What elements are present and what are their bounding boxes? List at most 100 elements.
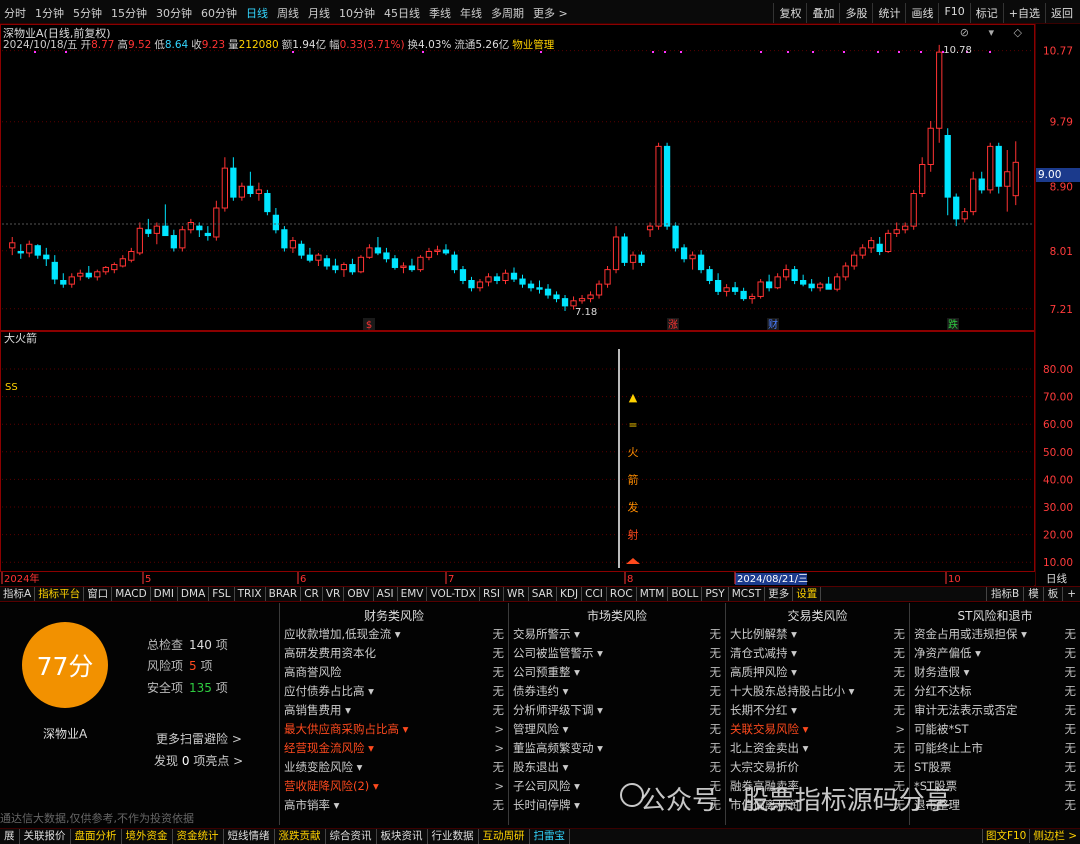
timeframe-tab[interactable]: 分时	[4, 5, 26, 21]
indicator-tab[interactable]: MTM	[637, 587, 669, 601]
indicator-tab[interactable]: 设置	[793, 587, 822, 601]
indicator-tab-right[interactable]: 模	[1023, 587, 1043, 601]
indicator-name[interactable]: 大火箭	[4, 331, 37, 345]
indicator-tab[interactable]: EMV	[398, 587, 428, 601]
status-tab[interactable]: 短线情绪	[224, 829, 275, 844]
timeframe-tab[interactable]: 多周期	[491, 5, 524, 21]
risk-row[interactable]: 业绩变脸风险 ▾ 无	[284, 758, 504, 777]
event-marker[interactable]: 跌	[948, 318, 958, 331]
status-tab[interactable]: 扫雷宝	[530, 829, 570, 844]
indicator-tab[interactable]: KDJ	[557, 587, 583, 601]
indicator-tab[interactable]: TRIX	[235, 587, 266, 601]
indicator-tab[interactable]: ASI	[374, 587, 398, 601]
risk-row[interactable]: 大宗交易折价 无	[730, 758, 905, 777]
event-marker[interactable]: 财	[768, 318, 778, 331]
status-tab[interactable]: 关联报价	[20, 829, 71, 844]
indicator-tab[interactable]: FSL	[209, 587, 235, 601]
status-tab[interactable]: 境外资金	[122, 829, 173, 844]
indicator-tab[interactable]: CR	[301, 587, 323, 601]
risk-row[interactable]: 营收陡降风险(2) ▾ >	[284, 777, 504, 796]
indicator-tab[interactable]: BRAR	[266, 587, 302, 601]
risk-row[interactable]: 高商誉风险 无	[284, 663, 504, 682]
toolbar-button[interactable]: 画线	[905, 3, 938, 23]
risk-row[interactable]: 分析师评级下调 ▾ 无	[513, 701, 721, 720]
timeframe-tab[interactable]: 5分钟	[73, 5, 102, 21]
toolbar-button[interactable]: 叠加	[806, 3, 839, 23]
risk-row[interactable]: 清仓式减持 ▾ 无	[730, 644, 905, 663]
risk-row[interactable]: 可能被*ST 无	[914, 720, 1076, 739]
status-tab[interactable]: 综合资讯	[326, 829, 377, 844]
indicator-tab[interactable]: OBV	[344, 587, 374, 601]
risk-row[interactable]: 十大股东总持股占比小 ▾ 无	[730, 682, 905, 701]
indicator-tab[interactable]: RSI	[480, 587, 504, 601]
status-tab[interactable]: 资金统计	[173, 829, 224, 844]
risk-row[interactable]: 最大供应商采购占比高 ▾ >	[284, 720, 504, 739]
toolbar-button[interactable]: 返回	[1045, 3, 1078, 23]
risk-row[interactable]: 董监高频繁变动 ▾ 无	[513, 739, 721, 758]
status-tab[interactable]: 板块资讯	[377, 829, 428, 844]
indicator-tab[interactable]: BOLL	[668, 587, 703, 601]
indicator-tab[interactable]: CCI	[582, 587, 607, 601]
indicator-tab-right[interactable]: 板	[1042, 587, 1063, 601]
indicator-tab[interactable]: DMA	[178, 587, 210, 601]
timeframe-tab[interactable]: 周线	[277, 5, 299, 21]
risk-row[interactable]: 高市销率 ▾ 无	[284, 796, 504, 815]
indicator-tab[interactable]: ROC	[607, 587, 637, 601]
status-tab[interactable]: 展	[0, 829, 20, 844]
indicator-tab[interactable]: WR	[504, 587, 529, 601]
risk-row[interactable]: 应付债券占比高 ▾ 无	[284, 682, 504, 701]
timeframe-tab[interactable]: 60分钟	[201, 5, 237, 21]
risk-row[interactable]: 可能终止上市 无	[914, 739, 1076, 758]
timeframe-tab[interactable]: 年线	[460, 5, 482, 21]
event-marker[interactable]: $	[366, 320, 372, 331]
risk-row[interactable]: 高销售费用 ▾ 无	[284, 701, 504, 720]
risk-row[interactable]: 资金占用或违规担保 ▾ 无	[914, 625, 1076, 644]
indicator-tab[interactable]: PSY	[702, 587, 729, 601]
status-tab[interactable]: 涨跌贡献	[275, 829, 326, 844]
highlights-link[interactable]: 发现 0 项亮点 >	[154, 752, 243, 769]
toolbar-button[interactable]: 多股	[839, 3, 872, 23]
risk-row[interactable]: 高研发费用资本化 无	[284, 644, 504, 663]
more-scan-link[interactable]: 更多扫雷避险 >	[156, 730, 242, 747]
timeframe-tab[interactable]: 更多 >	[533, 5, 568, 21]
indicator-tab[interactable]: VOL-TDX	[427, 587, 480, 601]
status-tab[interactable]: 互动周研	[479, 829, 530, 844]
indicator-tab[interactable]: 指标平台	[35, 587, 85, 601]
risk-row[interactable]: 管理风险 ▾ 无	[513, 720, 721, 739]
risk-row[interactable]: 股东退出 ▾ 无	[513, 758, 721, 777]
timeframe-tab[interactable]: 日线	[246, 5, 268, 21]
risk-row[interactable]: 大比例解禁 ▾ 无	[730, 625, 905, 644]
risk-row[interactable]: 债券违约 ▾ 无	[513, 682, 721, 701]
toolbar-button[interactable]: 统计	[872, 3, 905, 23]
indicator-tab[interactable]: 更多	[765, 587, 794, 601]
toolbar-button[interactable]: 标记	[969, 3, 1003, 23]
timeframe-tab[interactable]: 季线	[429, 5, 451, 21]
kline-chart[interactable]: 10.77 9.79 8.90 8.01 7.21 10.78 7.18 $ 涨 财 跌大火箭 SS 8…	[0, 24, 1080, 586]
indicator-tab[interactable]: MCST	[729, 587, 766, 601]
timeframe-tab[interactable]: 30分钟	[156, 5, 192, 21]
toolbar-button[interactable]: 复权	[773, 3, 806, 23]
risk-row[interactable]: 分红不达标 无	[914, 682, 1076, 701]
indicator-tab-right[interactable]: +	[1062, 587, 1080, 601]
risk-row[interactable]: 审计无法表示或否定 无	[914, 701, 1076, 720]
risk-row[interactable]: 关联交易风险 ▾ >	[730, 720, 905, 739]
risk-row[interactable]: ST股票 无	[914, 758, 1076, 777]
status-right-button[interactable]: 图文F10	[981, 829, 1029, 843]
risk-row[interactable]: 经营现金流风险 ▾ >	[284, 739, 504, 758]
timeframe-tab[interactable]: 1分钟	[35, 5, 64, 21]
timeframe-tab[interactable]: 月线	[308, 5, 330, 21]
risk-row[interactable]: 净资产偏低 ▾ 无	[914, 644, 1076, 663]
indicator-tab-right[interactable]: 指标B	[985, 587, 1023, 601]
risk-row[interactable]: 北上资金卖出 ▾ 无	[730, 739, 905, 758]
risk-row[interactable]: 财务造假 ▾ 无	[914, 663, 1076, 682]
risk-row[interactable]: 长期不分红 ▾ 无	[730, 701, 905, 720]
indicator-tab[interactable]: 指标A	[0, 587, 36, 601]
toolbar-button[interactable]: +自选	[1002, 3, 1045, 23]
timeframe-tab[interactable]: 45日线	[384, 5, 420, 21]
risk-row[interactable]: 高质押风险 ▾ 无	[730, 663, 905, 682]
status-tab[interactable]: 盘面分析	[71, 829, 122, 844]
indicator-tab[interactable]: SAR	[529, 587, 558, 601]
risk-row[interactable]: 公司被监管警示 ▾ 无	[513, 644, 721, 663]
status-right-button[interactable]: 侧边栏 >	[1029, 829, 1080, 843]
timeframe-tab[interactable]: 10分钟	[339, 5, 375, 21]
